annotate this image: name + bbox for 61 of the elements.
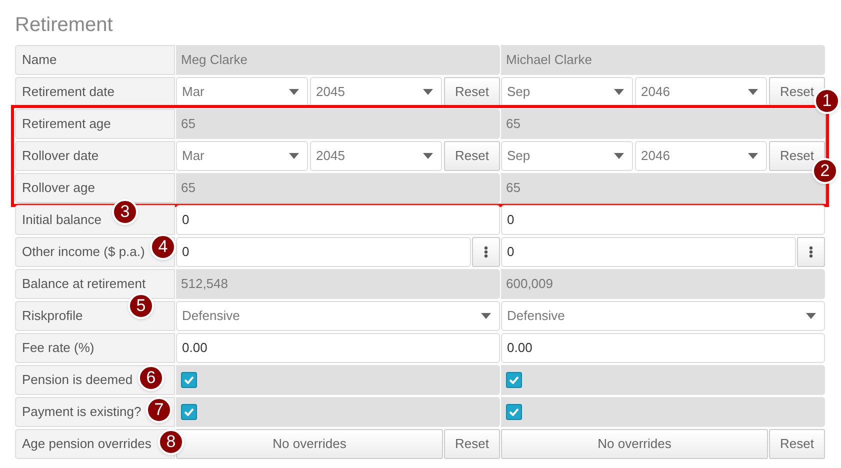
kebab-menu-icon xyxy=(809,246,813,258)
reset-button[interactable]: Reset xyxy=(444,429,500,459)
row-label: Balance at retirement xyxy=(15,269,175,299)
input-field[interactable]: 0.00 xyxy=(501,333,825,363)
section-title: Retirement xyxy=(15,13,114,37)
reset-button[interactable]: Reset xyxy=(444,77,500,107)
dropdown[interactable]: Defensive xyxy=(176,301,500,331)
dropdown[interactable]: Mar xyxy=(176,77,308,107)
caret-icon xyxy=(423,89,433,95)
dropdown[interactable]: 2046 xyxy=(635,77,767,107)
row-label: Retirement age xyxy=(15,109,175,139)
caret-icon xyxy=(748,89,758,95)
readonly-field: 512,548 xyxy=(176,269,500,299)
caret-icon xyxy=(806,313,816,319)
readonly-field: Meg Clarke xyxy=(176,45,500,75)
caret-icon xyxy=(423,153,433,159)
caret-icon xyxy=(289,153,299,159)
dropdown[interactable]: Mar xyxy=(176,141,308,171)
dropdown[interactable]: Defensive xyxy=(501,301,825,331)
dropdown[interactable]: 2045 xyxy=(310,77,442,107)
caret-icon xyxy=(748,153,758,159)
input-field[interactable]: 0 xyxy=(501,205,825,235)
input-field[interactable]: 0 xyxy=(501,237,796,267)
checkbox[interactable] xyxy=(181,404,197,420)
reset-button[interactable]: Reset xyxy=(769,429,825,459)
row-label: Name xyxy=(15,45,175,75)
readonly-field: 65 xyxy=(176,109,500,139)
checkmark-icon xyxy=(184,376,194,384)
caret-icon xyxy=(614,153,624,159)
input-field[interactable]: 0 xyxy=(176,237,471,267)
input-field[interactable]: 0.00 xyxy=(176,333,500,363)
overrides-button[interactable]: No overrides xyxy=(501,429,768,459)
dropdown[interactable]: Sep xyxy=(501,141,633,171)
readonly-field: 65 xyxy=(501,109,825,139)
caret-icon xyxy=(614,89,624,95)
readonly-field: Michael Clarke xyxy=(501,45,825,75)
caret-icon xyxy=(289,89,299,95)
caret-icon xyxy=(481,313,491,319)
callout-marker: 2 xyxy=(812,158,838,184)
row-label: Retirement date xyxy=(15,77,175,107)
row-label: Fee rate (%) xyxy=(15,333,175,363)
readonly-field: 65 xyxy=(176,173,500,203)
checkmark-icon xyxy=(509,376,519,384)
dropdown[interactable]: 2046 xyxy=(635,141,767,171)
kebab-menu-icon xyxy=(484,246,488,258)
overrides-button[interactable]: No overrides xyxy=(176,429,443,459)
checkmark-icon xyxy=(184,408,194,416)
row-label: Rollover date xyxy=(15,141,175,171)
more-options-button[interactable] xyxy=(472,237,500,267)
checkbox[interactable] xyxy=(181,372,197,388)
dropdown[interactable]: Sep xyxy=(501,77,633,107)
dropdown[interactable]: 2045 xyxy=(310,141,442,171)
checkmark-icon xyxy=(509,408,519,416)
callout-marker: 1 xyxy=(814,88,840,114)
reset-button[interactable]: Reset xyxy=(444,141,500,171)
row-label: Rollover age xyxy=(15,173,175,203)
checkbox[interactable] xyxy=(506,404,522,420)
readonly-field: 600,009 xyxy=(501,269,825,299)
more-options-button[interactable] xyxy=(797,237,825,267)
input-field[interactable]: 0 xyxy=(176,205,500,235)
checkbox[interactable] xyxy=(506,372,522,388)
